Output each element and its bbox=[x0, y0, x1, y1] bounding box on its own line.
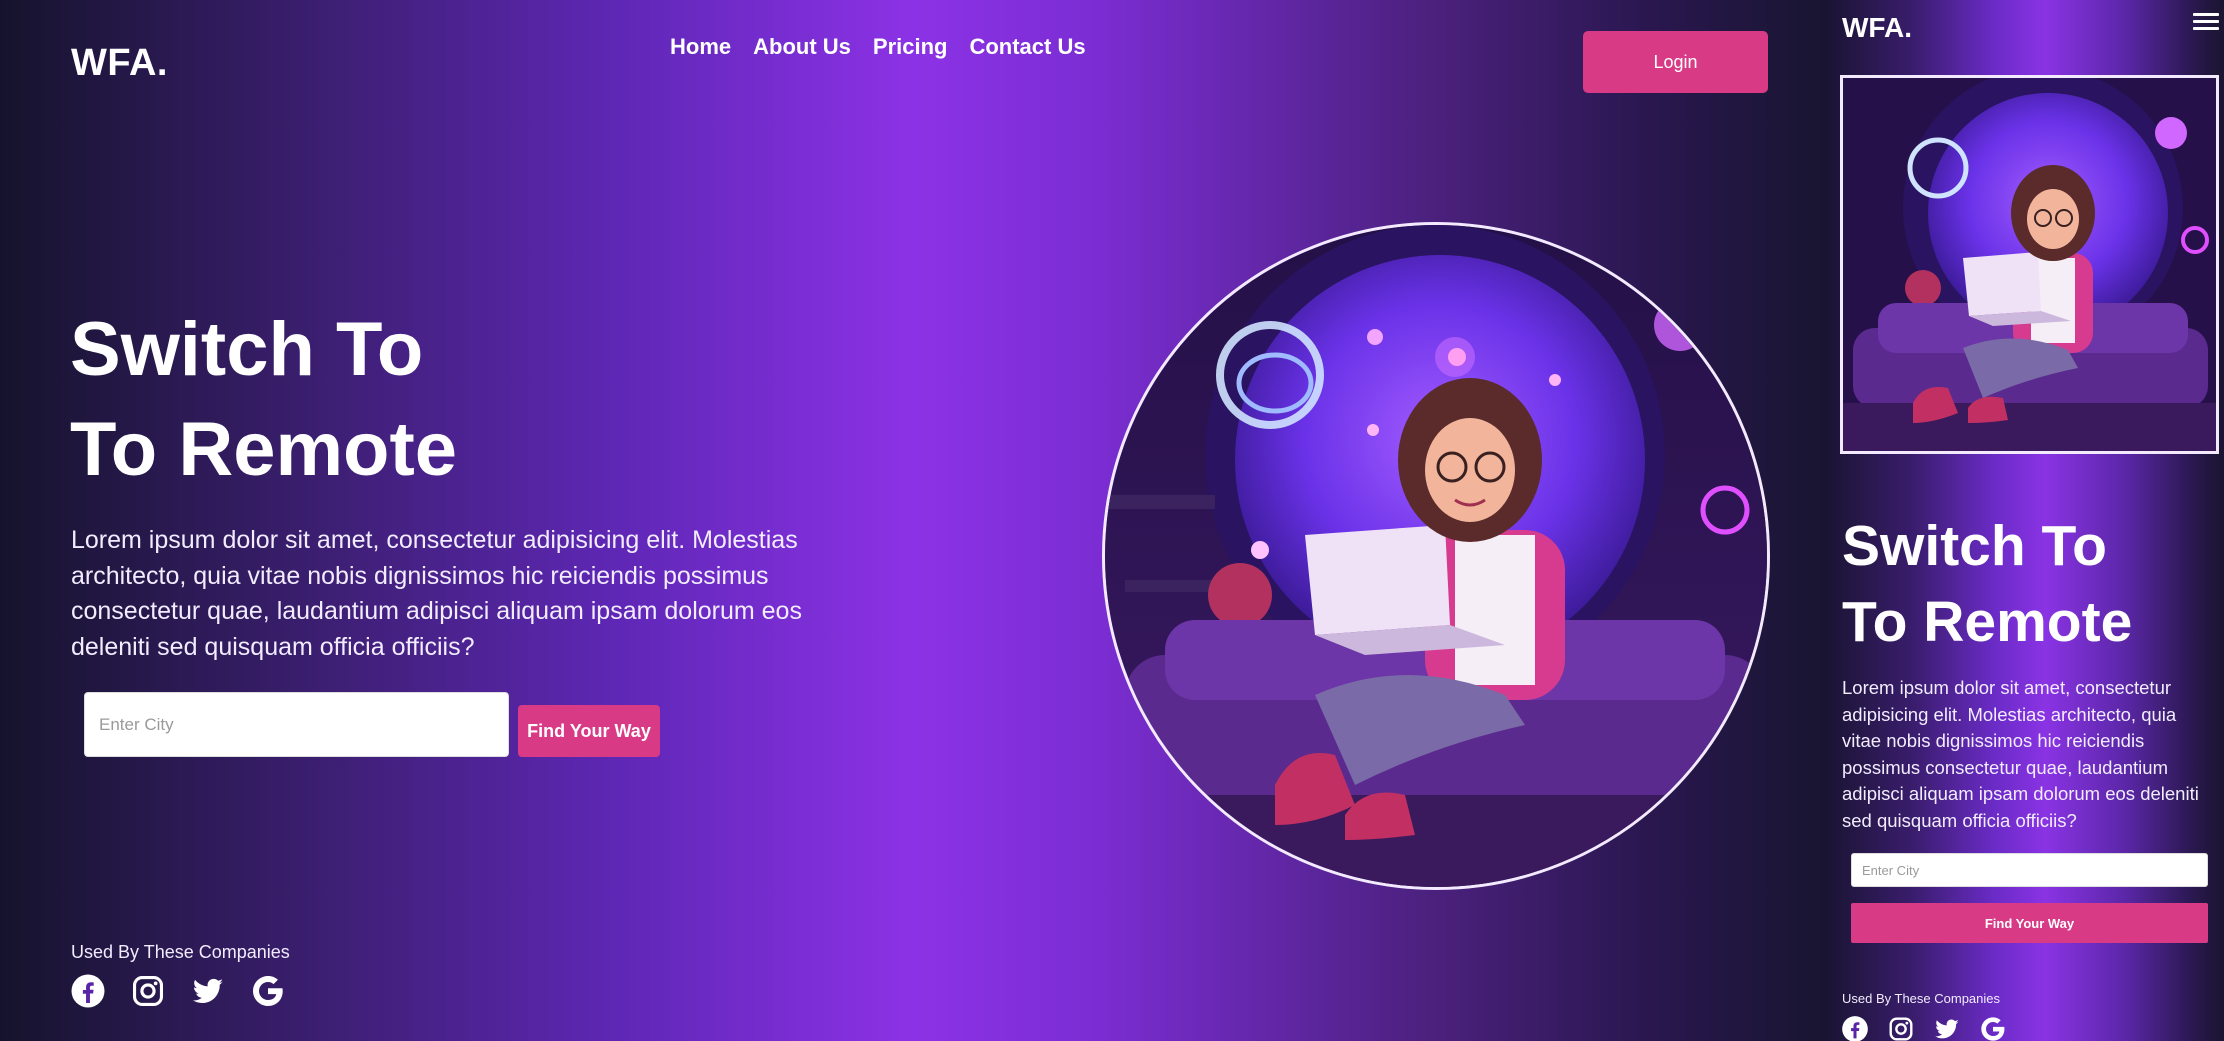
mobile-hero-title-line-2: To Remote bbox=[1842, 590, 2133, 654]
instagram-icon[interactable] bbox=[1887, 1015, 1915, 1041]
twitter-icon[interactable] bbox=[1933, 1015, 1961, 1041]
mobile-companies-label: Used By These Companies bbox=[1842, 991, 2001, 1006]
main-nav: Home About Us Pricing Contact Us bbox=[670, 34, 1086, 60]
mobile-logo[interactable]: WFA. bbox=[1842, 12, 1912, 44]
nav-home-link[interactable]: Home bbox=[670, 34, 731, 60]
mobile-hero-description: Lorem ipsum dolor sit amet, consectetur … bbox=[1842, 677, 2199, 831]
twitter-icon[interactable] bbox=[190, 973, 226, 1009]
mobile-city-input[interactable] bbox=[1851, 853, 2208, 887]
facebook-icon[interactable] bbox=[70, 973, 106, 1009]
hamburger-menu-icon[interactable] bbox=[2193, 10, 2219, 34]
hero-title-line-2: To Remote bbox=[70, 407, 458, 492]
mobile-find-your-way-button[interactable]: Find Your Way bbox=[1851, 903, 2208, 943]
nav-contact-link[interactable]: Contact Us bbox=[969, 34, 1085, 60]
company-icons bbox=[70, 973, 286, 1009]
nav-pricing-link[interactable]: Pricing bbox=[873, 34, 948, 60]
mobile-hero-title: Switch To To Remote bbox=[1842, 508, 2132, 660]
desktop-view: WFA. Home About Us Pricing Contact Us Lo… bbox=[0, 0, 1827, 1041]
companies-label: Used By These Companies bbox=[71, 942, 290, 962]
mobile-company-icons bbox=[1841, 1015, 2007, 1041]
logo[interactable]: WFA. bbox=[71, 42, 168, 85]
hero-title-line-1: Switch To bbox=[70, 307, 424, 392]
mobile-hero-title-line-1: Switch To bbox=[1842, 514, 2107, 578]
find-your-way-button[interactable]: Find Your Way bbox=[518, 705, 660, 757]
woman-with-laptop-illustration bbox=[1105, 225, 1767, 887]
mobile-hero-image bbox=[1840, 75, 2219, 454]
google-icon[interactable] bbox=[1979, 1015, 2007, 1041]
city-input[interactable] bbox=[84, 692, 509, 757]
mobile-view: WFA. Switch To To Remote Lorem ipsum dol… bbox=[1827, 0, 2224, 1041]
login-button[interactable]: Login bbox=[1583, 31, 1768, 93]
facebook-icon[interactable] bbox=[1841, 1015, 1869, 1041]
hero-description: Lorem ipsum dolor sit amet, consectetur … bbox=[71, 526, 802, 661]
nav-about-link[interactable]: About Us bbox=[753, 34, 851, 60]
instagram-icon[interactable] bbox=[130, 973, 166, 1009]
hero-title: Switch To To Remote bbox=[70, 300, 457, 500]
google-icon[interactable] bbox=[250, 973, 286, 1009]
hero-image bbox=[1102, 222, 1770, 890]
woman-with-laptop-illustration bbox=[1843, 78, 2216, 451]
